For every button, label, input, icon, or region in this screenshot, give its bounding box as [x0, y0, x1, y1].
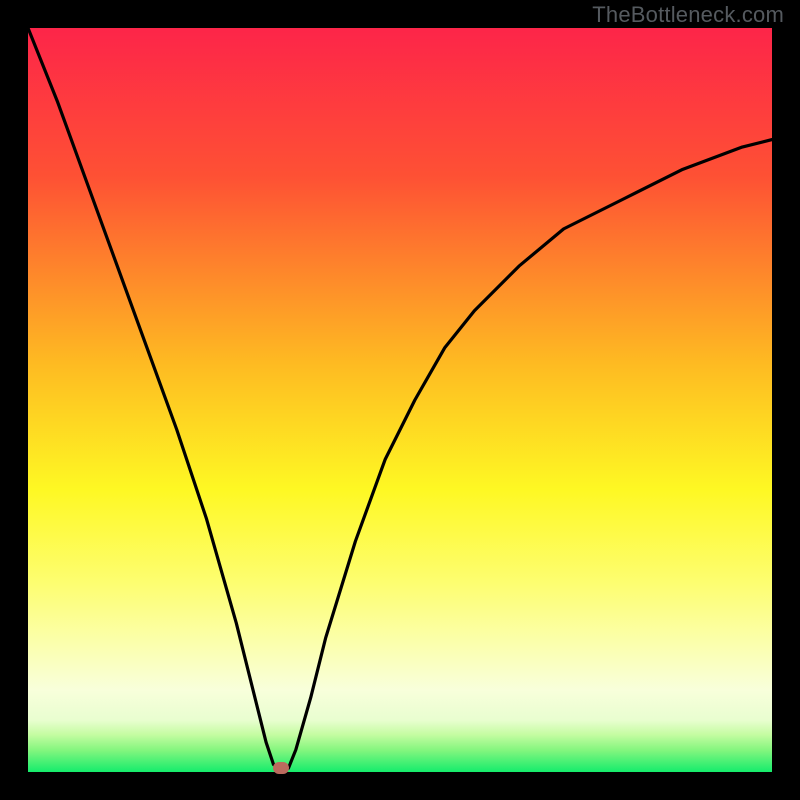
plot-area: [28, 28, 772, 772]
source-watermark: TheBottleneck.com: [592, 2, 784, 28]
bottleneck-curve: [28, 28, 772, 772]
chart-frame: TheBottleneck.com: [0, 0, 800, 800]
minimum-marker: [273, 762, 289, 774]
